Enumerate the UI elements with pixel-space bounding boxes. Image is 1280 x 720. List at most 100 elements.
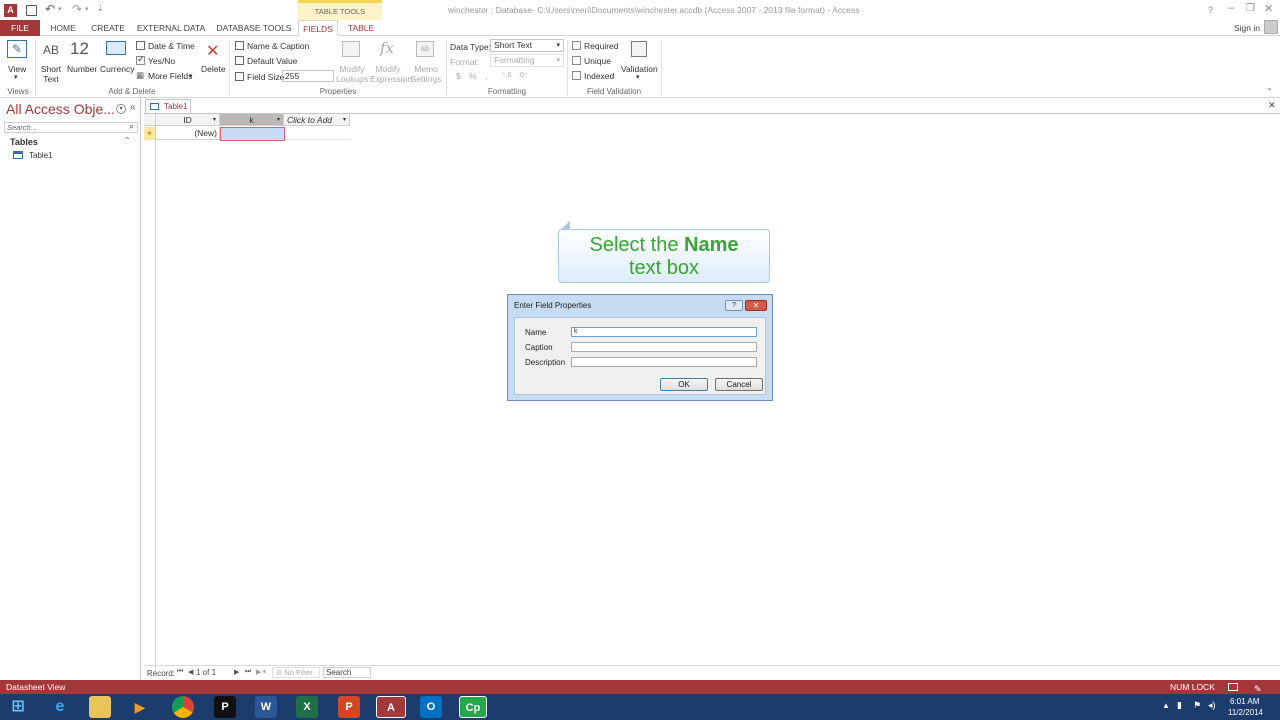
new-record-selector[interactable]: ✶ (144, 127, 156, 140)
datasheet-view-icon[interactable] (1228, 683, 1238, 691)
click-to-add-cell[interactable] (285, 127, 350, 140)
tab-external-data[interactable]: EXTERNAL DATA (134, 20, 208, 36)
tray-expand-icon[interactable]: ▲ (1162, 701, 1170, 710)
previous-record-icon[interactable]: ◀ (188, 668, 193, 676)
record-selector-header[interactable] (144, 114, 156, 126)
redo-icon[interactable]: ↷ (72, 2, 82, 16)
document-tab-table1[interactable]: Table1 (145, 99, 191, 113)
current-record-input[interactable]: 1 of 1 (196, 668, 232, 678)
tab-table[interactable]: TABLE (342, 20, 380, 36)
restore-button[interactable]: ❐ (1246, 3, 1255, 14)
nav-menu-icon[interactable]: ▾ (116, 104, 126, 114)
chevron-down-icon: ▾ (556, 57, 560, 64)
nav-item-table1[interactable]: Table1 (2, 150, 138, 162)
column-header-id[interactable]: ID ▾ (156, 114, 220, 126)
default-value-button[interactable]: Default Value (234, 55, 304, 67)
ok-button[interactable]: OK (660, 378, 708, 391)
help-button[interactable]: ? (1208, 5, 1213, 15)
nav-pane-title[interactable]: All Access Obje... (6, 101, 115, 117)
redo-dropdown-icon[interactable]: ▾ (85, 5, 89, 13)
delete-button[interactable]: ✕ Delete (199, 39, 227, 85)
modify-lookups-button[interactable]: Modify Lookups (336, 39, 368, 85)
column-header-k[interactable]: k ▾ (220, 114, 284, 126)
increase-decimals-icon[interactable]: ⁺.0 (502, 71, 512, 79)
undo-icon[interactable]: ↶ (45, 2, 55, 16)
nav-section-tables[interactable]: Tables ⌃ (2, 136, 138, 149)
chevron-down-icon: ▾ (212, 117, 216, 123)
powerpoint-icon[interactable]: P (338, 696, 360, 718)
clock-date[interactable]: 11/2/2014 (1228, 708, 1263, 717)
format-select[interactable]: Formatting ▾ (490, 54, 564, 67)
yes-no-button[interactable]: Yes/No (135, 54, 185, 67)
last-record-icon[interactable]: ⏭ (245, 668, 251, 676)
date-time-label: Date & Time (148, 41, 195, 51)
sign-in-link[interactable]: Sign in (1234, 23, 1260, 33)
window-title: winchester : Database- C:\Users\meri\Doc… (448, 5, 860, 15)
date-time-button[interactable]: Date & Time (135, 40, 197, 52)
tab-fields[interactable]: FIELDS (298, 20, 338, 36)
field-size-input[interactable]: 255 (282, 70, 334, 82)
comma-format-icon[interactable]: , (485, 71, 487, 81)
name-caption-button[interactable]: Name & Caption (234, 40, 314, 52)
internet-explorer-icon[interactable]: e (49, 696, 71, 718)
windows-start-icon[interactable]: ⊞ (6, 696, 30, 718)
media-player-icon[interactable]: ▶ (129, 696, 151, 718)
undo-dropdown-icon[interactable]: ▾ (58, 5, 62, 13)
close-document-icon[interactable]: ✕ (1268, 100, 1276, 111)
save-icon[interactable] (26, 5, 37, 16)
default-value-label: Default Value (247, 56, 298, 66)
dialog-close-button[interactable]: ✕ (745, 300, 767, 311)
data-type-select[interactable]: Short Text ▾ (490, 39, 564, 52)
tray-volume-icon[interactable]: ◂) (1208, 700, 1216, 711)
enter-field-properties-dialog: Enter Field Properties ? ✕ Name k Captio… (507, 294, 773, 401)
validation-button[interactable]: Validation ▾ (620, 39, 658, 85)
description-input[interactable] (571, 357, 757, 367)
view-button[interactable]: ✎ View ▾ (4, 39, 30, 85)
access-icon[interactable]: A (376, 696, 406, 718)
clock-time[interactable]: 6:01 AM (1230, 697, 1259, 706)
customize-toolbar-icon[interactable]: ⇣ (97, 4, 104, 13)
number-label: Number (67, 64, 98, 74)
modify-expression-button[interactable]: fx Modify Expression (370, 39, 412, 85)
filter-indicator[interactable]: ⊘ No Filter (272, 667, 320, 678)
tab-file[interactable]: FILE (0, 20, 40, 36)
memo-settings-button[interactable]: ab Memo Settings (408, 39, 444, 85)
nav-search-input[interactable]: Search... ⌕ (4, 121, 138, 133)
minimize-button[interactable]: – (1228, 2, 1234, 14)
chevron-down-icon: ▾ (276, 117, 280, 123)
next-record-icon[interactable]: ▶ (234, 668, 239, 676)
name-input[interactable]: k (571, 327, 757, 337)
pdf-p-icon[interactable]: P (214, 696, 236, 718)
close-button[interactable]: ✕ (1264, 2, 1273, 15)
decrease-decimals-icon[interactable]: .0⁻ (518, 71, 528, 79)
first-record-icon[interactable]: ⏮ (177, 668, 183, 676)
currency-button[interactable]: Currency (99, 39, 134, 85)
tray-network-icon[interactable]: ▮ (1177, 700, 1182, 711)
excel-icon[interactable]: X (296, 696, 318, 718)
tray-flag-icon[interactable]: ⚑ (1193, 700, 1201, 711)
tab-home[interactable]: HOME (44, 20, 82, 36)
chrome-icon[interactable] (172, 696, 194, 718)
captivate-icon[interactable]: Cp (459, 696, 487, 718)
number-button[interactable]: 12 Number (66, 39, 98, 85)
caption-input[interactable] (571, 342, 757, 352)
short-text-button[interactable]: AB Short Text (38, 39, 64, 85)
outlook-icon[interactable]: O (420, 696, 442, 718)
user-avatar-icon[interactable] (1264, 20, 1278, 34)
k-cell-new[interactable] (220, 127, 285, 141)
currency-format-icon[interactable]: $ (456, 71, 461, 81)
tab-create[interactable]: CREATE (88, 20, 128, 36)
file-explorer-icon[interactable] (89, 696, 111, 718)
tab-database-tools[interactable]: DATABASE TOOLS (214, 20, 294, 36)
record-search-input[interactable]: Search (323, 667, 371, 678)
percent-format-icon[interactable]: % (469, 71, 477, 81)
word-icon[interactable]: W (255, 696, 277, 718)
new-record-icon[interactable]: ▶✶ (256, 668, 267, 676)
shutter-bar-close-icon[interactable]: « (130, 102, 136, 113)
dialog-help-button[interactable]: ? (725, 300, 743, 311)
id-cell-new[interactable]: (New) (156, 127, 220, 140)
collapse-ribbon-icon[interactable]: ⌃ (1266, 87, 1273, 96)
column-header-click-to-add[interactable]: Click to Add ▾ (284, 114, 350, 126)
cancel-button[interactable]: Cancel (715, 378, 763, 391)
more-fields-button[interactable]: ▦ More Fields ▾ (135, 70, 197, 82)
